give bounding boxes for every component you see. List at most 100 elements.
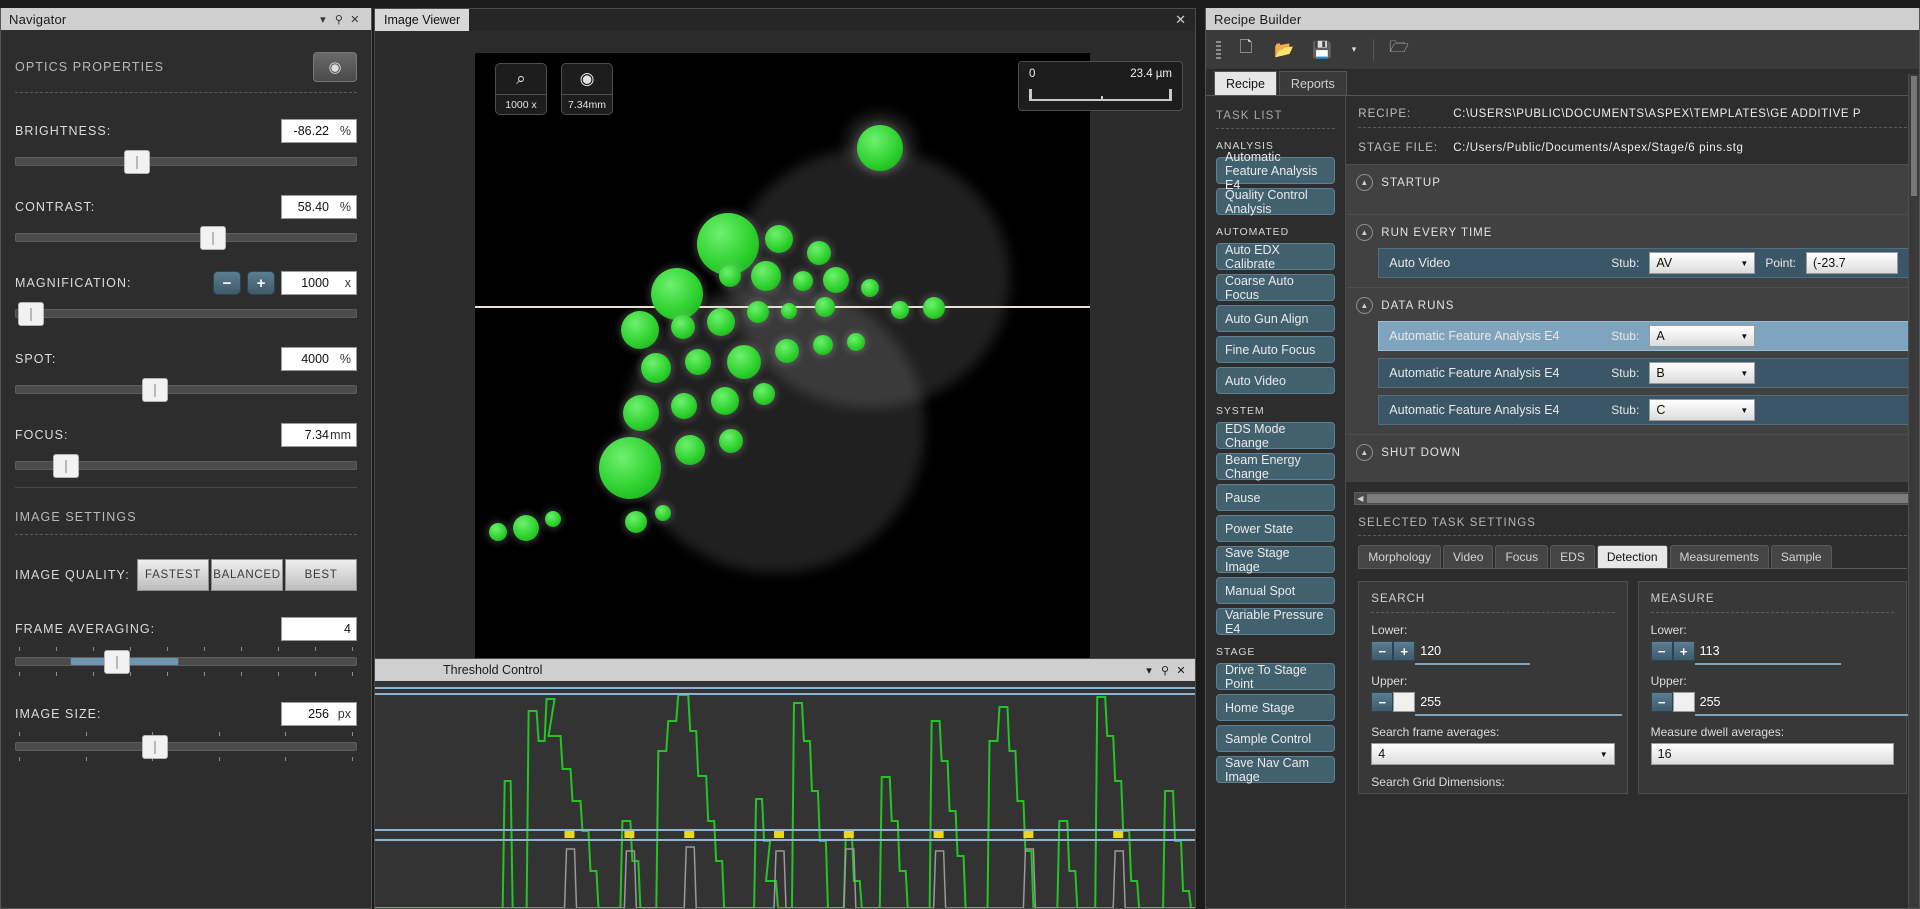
chevron-down-icon[interactable]: ▾ <box>315 13 331 26</box>
chevron-up-icon[interactable]: ▲ <box>1356 444 1374 461</box>
increase-button[interactable]: + <box>1393 641 1416 661</box>
flow-row[interactable]: Auto Video Stub: AV ▼ Point: (-23.7 <box>1378 248 1909 278</box>
search-upper-spinner[interactable]: − 255 <box>1371 692 1614 712</box>
stub-dropdown[interactable]: B ▼ <box>1649 362 1756 384</box>
focus-slider-knob[interactable] <box>52 454 79 478</box>
task-item[interactable]: Power State <box>1216 515 1336 542</box>
scroll-thumb[interactable] <box>1367 494 1908 503</box>
search-lower-bar[interactable] <box>1415 663 1530 665</box>
frame-averaging-slider[interactable] <box>15 650 357 674</box>
flow-row-selected[interactable]: Automatic Feature Analysis E4 Stub: A ▼ <box>1378 321 1909 351</box>
scroll-thumb[interactable] <box>1911 76 1917 196</box>
focus-slider[interactable] <box>15 454 357 478</box>
task-item[interactable]: Manual Spot <box>1216 577 1336 604</box>
chevron-down-icon[interactable]: ▾ <box>1347 37 1361 63</box>
tab-eds[interactable]: EDS <box>1550 545 1595 568</box>
measure-lower-spinner[interactable]: − + 113 <box>1650 641 1894 661</box>
navigator-titlebar[interactable]: Navigator ▾ ⚲ ✕ <box>1 8 371 30</box>
tab-recipe[interactable]: Recipe <box>1214 71 1277 95</box>
task-item[interactable]: Save Nav Cam Image <box>1216 756 1336 784</box>
measure-upper-spinner[interactable]: − 255 <box>1650 692 1894 712</box>
image-viewer-canvas[interactable]: ⌕ 1000 x ◉ 7.34mm 0 23.4 µm <box>375 31 1195 658</box>
task-item[interactable]: Sample Control <box>1216 725 1336 752</box>
folder-icon[interactable]: 🗁 <box>1386 37 1412 63</box>
contrast-slider[interactable] <box>15 226 357 250</box>
eye-icon-button[interactable]: ◉ <box>313 52 357 82</box>
chevron-up-icon[interactable]: ▲ <box>1356 174 1374 191</box>
spot-value-field[interactable]: 4000 % <box>281 347 357 371</box>
stub-dropdown[interactable]: A ▼ <box>1649 325 1756 347</box>
task-item[interactable]: Automatic Feature Analysis E4 <box>1216 150 1336 192</box>
task-item[interactable]: Drive To Stage Point <box>1216 663 1336 691</box>
open-folder-icon[interactable]: 📂 <box>1271 37 1297 63</box>
task-item[interactable]: Variable Pressure E4 <box>1216 608 1336 636</box>
point-field[interactable]: (-23.7 <box>1806 252 1898 274</box>
upper-threshold-line-2[interactable] <box>375 693 1195 695</box>
pin-icon[interactable]: ⚲ <box>331 13 347 26</box>
chevron-up-icon[interactable]: ▲ <box>1356 297 1374 314</box>
close-icon[interactable]: ✕ <box>1173 664 1189 677</box>
task-item[interactable]: Auto Video <box>1216 367 1336 394</box>
close-icon[interactable]: ✕ <box>1166 12 1195 28</box>
decrease-button[interactable]: − <box>1371 692 1394 712</box>
tab-image-viewer[interactable]: Image Viewer <box>375 9 470 31</box>
task-item[interactable]: Home Stage <box>1216 694 1336 721</box>
tab-detection[interactable]: Detection <box>1596 545 1668 568</box>
eye-button[interactable]: ◉ 7.34mm <box>561 63 613 115</box>
scroll-left-icon[interactable]: ◀ <box>1357 494 1363 503</box>
threshold-histogram[interactable]: UM 255 LS 120 ▬▬▪▪▪ <box>375 681 1195 908</box>
tab-reports[interactable]: Reports <box>1278 71 1347 95</box>
chevron-down-icon[interactable]: ▾ <box>1141 664 1157 677</box>
recipe-builder-titlebar[interactable]: Recipe Builder <box>1206 8 1919 30</box>
search-lower-spinner[interactable]: − + 120 <box>1371 641 1614 661</box>
upper-knob[interactable] <box>1672 692 1695 712</box>
tab-measurements[interactable]: Measurements <box>1669 545 1769 568</box>
brightness-slider-knob[interactable] <box>124 150 151 174</box>
decrease-button[interactable]: − <box>1650 641 1673 661</box>
magnification-increase-button[interactable]: + <box>247 271 275 295</box>
upper-threshold-line[interactable] <box>375 687 1195 689</box>
task-item[interactable]: Pause <box>1216 484 1336 511</box>
frame-averaging-value-field[interactable]: 4 <box>281 617 357 641</box>
task-item[interactable]: Save Stage Image <box>1216 546 1336 574</box>
quality-option-best[interactable]: BEST <box>285 559 357 591</box>
frame-averaging-slider-knob[interactable] <box>103 650 130 674</box>
pin-icon[interactable]: ⚲ <box>1157 664 1173 677</box>
task-item[interactable]: Coarse Auto Focus <box>1216 274 1336 302</box>
decrease-button[interactable]: − <box>1371 641 1394 661</box>
chevron-up-icon[interactable]: ▲ <box>1356 224 1374 241</box>
flow-row[interactable]: Automatic Feature Analysis E4 Stub: C ▼ <box>1378 395 1909 425</box>
flow-horizontal-scrollbar[interactable]: ◀ <box>1354 492 1911 505</box>
magnification-slider-knob[interactable] <box>18 302 45 326</box>
image-size-slider[interactable] <box>15 735 357 759</box>
tab-morphology[interactable]: Morphology <box>1358 545 1441 568</box>
micrograph-image[interactable] <box>475 53 1090 658</box>
close-icon[interactable]: ✕ <box>347 13 363 26</box>
image-size-value-field[interactable]: 256 px <box>281 702 357 726</box>
contrast-value-field[interactable]: 58.40 % <box>281 195 357 219</box>
task-item[interactable]: Quality Control Analysis <box>1216 188 1336 216</box>
focus-value-field[interactable]: 7.34 mm <box>281 423 357 447</box>
task-item[interactable]: Beam Energy Change <box>1216 453 1336 481</box>
task-item[interactable]: EDS Mode Change <box>1216 422 1336 450</box>
lower-threshold-line[interactable] <box>375 829 1195 831</box>
upper-knob[interactable] <box>1393 692 1416 712</box>
increase-button[interactable]: + <box>1672 641 1695 661</box>
search-frame-averages-dropdown[interactable]: 4 ▼ <box>1371 743 1615 765</box>
recipe-vertical-scrollbar[interactable] <box>1908 74 1919 908</box>
measure-upper-bar[interactable] <box>1694 714 1909 716</box>
contrast-slider-knob[interactable] <box>199 226 226 250</box>
new-file-icon[interactable]: 🗋 <box>1233 37 1259 63</box>
spot-slider-knob[interactable] <box>141 378 168 402</box>
lower-threshold-line-2[interactable] <box>375 839 1195 841</box>
quality-option-balanced[interactable]: BALANCED <box>211 559 283 591</box>
measure-dwell-averages-field[interactable]: 16 <box>1650 743 1894 765</box>
measure-lower-bar[interactable] <box>1694 663 1841 665</box>
spot-slider[interactable] <box>15 378 357 402</box>
task-item[interactable]: Auto Gun Align <box>1216 305 1336 332</box>
magnifier-button[interactable]: ⌕ 1000 x <box>495 63 547 115</box>
magnification-decrease-button[interactable]: − <box>213 271 241 295</box>
threshold-titlebar[interactable]: Threshold Control ▾ ⚲ ✕ <box>375 659 1195 681</box>
image-size-slider-knob[interactable] <box>141 735 168 759</box>
magnification-value-field[interactable]: 1000 x <box>281 271 357 295</box>
